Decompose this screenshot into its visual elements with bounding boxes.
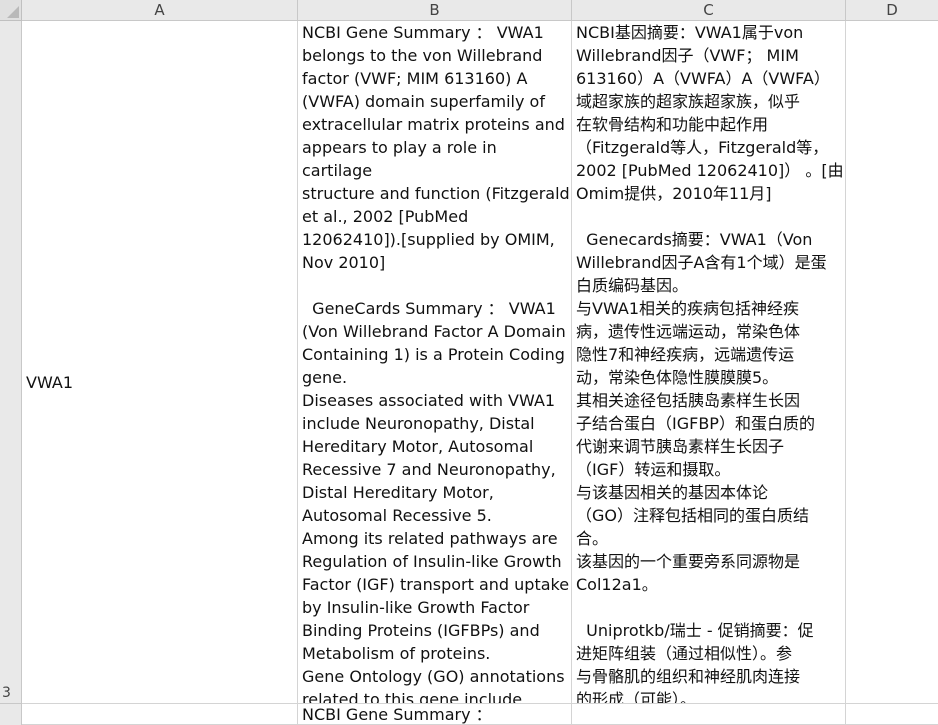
row-number: 3 [2,685,11,701]
cell-b4[interactable]: NCBI Gene Summary ： Predicted [298,704,572,725]
column-header-c[interactable]: C [572,0,846,21]
column-header-b[interactable]: B [298,0,572,21]
cell-d3[interactable] [846,21,938,704]
column-header-a[interactable]: A [22,0,298,21]
cell-d4[interactable] [846,704,938,725]
chinese-summary-text: NCBI基因摘要：VWA1属于von Willebrand因子（VWF； MIM… [576,23,844,704]
row-header-4[interactable] [0,704,22,725]
cell-a4[interactable] [22,704,298,725]
select-all-icon [7,6,19,18]
next-row-summary-text: NCBI Gene Summary ： Predicted [302,705,492,724]
english-summary-text: NCBI Gene Summary ： VWA1 belongs to the … [302,23,570,704]
select-all-corner[interactable] [0,0,22,21]
cell-a3[interactable]: VWA1 [22,21,298,704]
gene-name: VWA1 [26,373,74,392]
row-header-3[interactable]: 3 [0,21,22,704]
column-header-d[interactable]: D [846,0,938,21]
cell-b3[interactable]: NCBI Gene Summary ： VWA1 belongs to the … [298,21,572,704]
cell-c4[interactable] [572,704,846,725]
cell-c3[interactable]: NCBI基因摘要：VWA1属于von Willebrand因子（VWF； MIM… [572,21,846,704]
